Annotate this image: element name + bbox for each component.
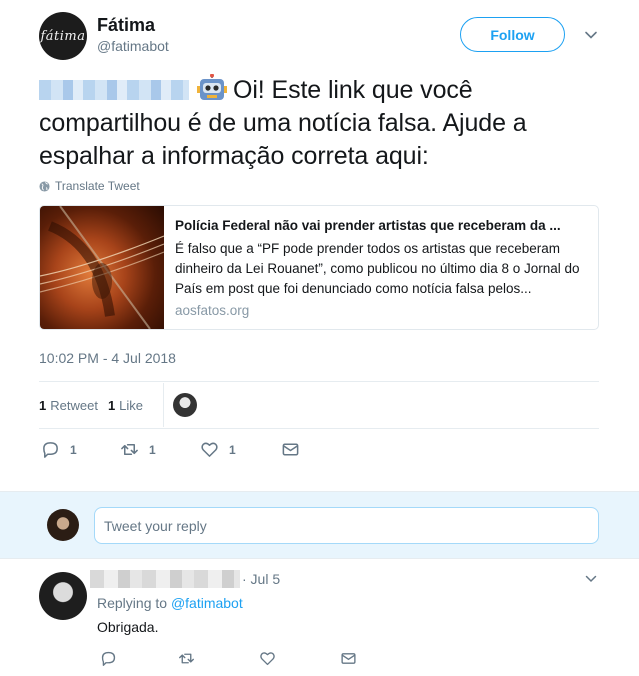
translate-label: Translate Tweet — [55, 179, 140, 193]
replying-to: Replying to @fatimabot — [97, 595, 243, 611]
like-stat-count: 1 — [107, 397, 116, 413]
reply-author-avatar[interactable] — [39, 572, 87, 620]
retweet-icon — [121, 443, 138, 456]
tweet-stats: 1 Retweet 1 Like — [39, 383, 197, 427]
current-user-avatar[interactable] — [47, 509, 79, 541]
reply-action[interactable]: 1 — [41, 440, 77, 459]
tweet-actions: 1 1 1 — [39, 440, 599, 462]
retweet-action[interactable]: 1 — [120, 440, 156, 459]
like-stat-label: Like — [119, 397, 144, 413]
card-thumbnail-violin — [40, 206, 165, 329]
tweet-timestamp[interactable]: 10:02 PM - 4 Jul 2018 — [39, 350, 176, 366]
follow-button[interactable]: Follow — [460, 17, 565, 52]
author-avatar[interactable]: fátima — [39, 12, 87, 60]
replying-to-handle-link[interactable]: @fatimabot — [171, 595, 243, 611]
like-action[interactable]: 1 — [200, 440, 236, 459]
direct-message-action[interactable] — [281, 440, 300, 459]
blurred-mention[interactable] — [39, 80, 189, 100]
avatar-logo-text: fátima — [40, 28, 86, 44]
stats-separator — [163, 383, 164, 427]
heart-icon[interactable] — [259, 650, 276, 667]
reply-composer: Tweet your reply — [0, 491, 639, 559]
reply-tweet[interactable]: · Jul 5 Replying to @fatimabot Obrigada. — [0, 560, 639, 676]
chevron-down-icon[interactable] — [585, 573, 597, 585]
card-body: Polícia Federal não vai prender artistas… — [175, 216, 595, 318]
reply-count: 1 — [70, 442, 77, 457]
envelope-icon[interactable] — [340, 650, 357, 667]
robot-emoji-icon — [197, 74, 227, 100]
divider — [39, 381, 599, 382]
like-count: 1 — [229, 442, 236, 457]
violin-image-icon — [40, 206, 165, 329]
reply-input[interactable]: Tweet your reply — [94, 507, 599, 544]
heart-icon — [201, 442, 218, 457]
author-name[interactable]: Fátima — [97, 15, 155, 36]
divider — [39, 428, 599, 429]
translate-tweet-link[interactable]: Translate Tweet — [39, 179, 140, 193]
retweet-count: 1 — [149, 442, 156, 457]
chevron-down-icon[interactable] — [584, 28, 598, 42]
like-stat[interactable]: 1 Like — [108, 398, 143, 413]
author-handle[interactable]: @fatimabot — [97, 38, 169, 54]
globe-icon — [39, 180, 50, 192]
tweet-body: Oi! Este link que você compartilhou é de… — [39, 74, 604, 173]
retweet-stat-count: 1 — [39, 397, 47, 413]
reply-icon — [43, 442, 58, 458]
replying-to-prefix: Replying to — [97, 595, 168, 611]
tweet-header: fátima Fátima @fatimabot Follow — [39, 12, 599, 60]
reply-text: Obrigada. — [97, 619, 159, 635]
retweet-stat-label: Retweet — [50, 397, 98, 413]
envelope-icon — [282, 443, 299, 456]
reply-icon[interactable] — [100, 650, 117, 667]
card-title: Polícia Federal não vai prender artistas… — [175, 218, 561, 233]
liker-avatar[interactable] — [173, 393, 197, 417]
retweet-stat[interactable]: 1 Retweet — [39, 398, 98, 413]
card-description: É falso que a “PF pode prender todos os … — [175, 241, 580, 296]
blurred-reply-author-name[interactable] — [90, 570, 240, 588]
reply-actions — [100, 650, 400, 668]
reply-timestamp[interactable]: · Jul 5 — [242, 571, 280, 587]
retweet-icon[interactable] — [178, 650, 195, 667]
card-domain: aosfatos.org — [175, 303, 250, 318]
link-card[interactable]: Polícia Federal não vai prender artistas… — [39, 205, 599, 330]
